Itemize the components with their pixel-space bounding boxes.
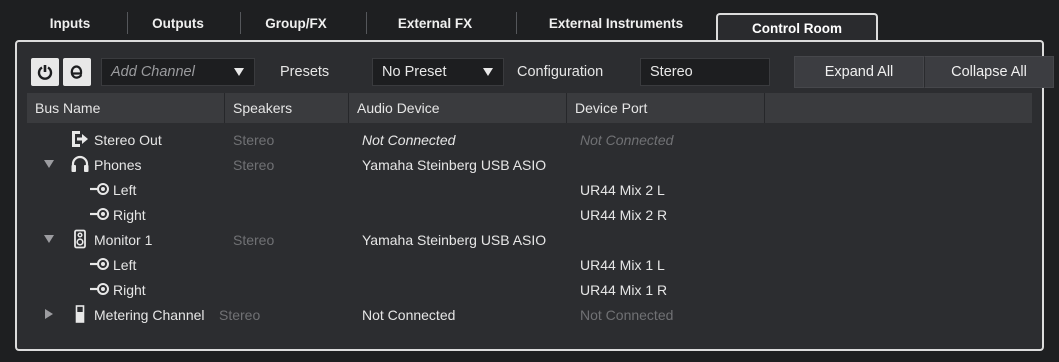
table-row[interactable]: Monitor 1 Stereo Yamaha Steinberg USB AS… (27, 227, 1032, 252)
tab-inputs[interactable]: Inputs (40, 10, 100, 36)
device-port-value: Not Connected (580, 306, 674, 323)
speakers-value: Stereo (233, 131, 275, 148)
expand-arrow-icon[interactable] (45, 309, 53, 319)
meter-icon (75, 305, 85, 323)
column-audio-device[interactable]: Audio Device (349, 93, 567, 123)
table-header: Bus Name Speakers Audio Device Device Po… (27, 93, 1032, 123)
device-port-value: Not Connected (580, 131, 674, 148)
audio-device-value: Yamaha Steinberg USB ASIO (362, 156, 547, 173)
presets-label: Presets (280, 64, 330, 80)
table-row[interactable]: Right UR44 Mix 1 R (27, 277, 1032, 302)
edit-button[interactable] (63, 58, 91, 86)
table-row[interactable]: Metering Channel Stereo Not Connected No… (27, 302, 1032, 327)
output-arrow-icon (72, 131, 88, 147)
column-empty (765, 93, 1032, 123)
device-port-value: UR44 Mix 1 L (580, 256, 665, 273)
port-connector-icon (90, 208, 109, 220)
speakers-value: Stereo (219, 306, 261, 323)
configuration-value: Stereo (650, 64, 693, 80)
tab-external-instruments[interactable]: External Instruments (530, 10, 702, 36)
bus-name: Phones (94, 156, 142, 173)
table-row[interactable]: Stereo Out Stereo Not Connected Not Conn… (27, 127, 1032, 152)
edit-e-icon (70, 65, 83, 79)
channel-name: Left (113, 181, 137, 198)
bus-name: Stereo Out (94, 131, 162, 148)
channel-name: Right (113, 206, 146, 223)
speaker-icon (74, 229, 86, 249)
table-row[interactable]: Left UR44 Mix 1 L (27, 252, 1032, 277)
tab-separator (240, 12, 241, 34)
expand-all-button[interactable]: Expand All (794, 56, 924, 88)
add-channel-dropdown[interactable]: Add Channel (101, 58, 255, 86)
device-port-value: UR44 Mix 2 R (580, 206, 668, 223)
channel-name: Right (113, 281, 146, 298)
add-channel-placeholder: Add Channel (111, 64, 195, 80)
tab-external-fx[interactable]: External FX (380, 10, 490, 36)
table-row[interactable]: Left UR44 Mix 2 L (27, 177, 1032, 202)
tab-control-room[interactable]: Control Room (716, 13, 878, 41)
chevron-down-icon (483, 68, 493, 76)
tab-group-fx[interactable]: Group/FX (256, 10, 336, 36)
headphones-icon (71, 155, 89, 172)
channel-name: Left (113, 256, 137, 273)
port-connector-icon (90, 258, 109, 270)
power-button[interactable] (31, 58, 59, 86)
configuration-field[interactable]: Stereo (640, 58, 770, 86)
tab-bar: Inputs Outputs Group/FX External FX Exte… (0, 0, 1059, 42)
column-device-port[interactable]: Device Port (567, 93, 765, 123)
audio-device-value: Not Connected (362, 131, 456, 148)
toolbar: Add Channel Presets No Preset Configurat… (17, 42, 1054, 92)
table-row[interactable]: Phones Stereo Yamaha Steinberg USB ASIO (27, 152, 1032, 177)
speakers-value: Stereo (233, 231, 275, 248)
tab-separator (127, 12, 128, 34)
collapse-all-button[interactable]: Collapse All (924, 56, 1054, 88)
audio-device-value: Not Connected (362, 306, 456, 323)
audio-device-value: Yamaha Steinberg USB ASIO (362, 231, 547, 248)
preset-value: No Preset (382, 64, 447, 80)
tab-separator (516, 12, 517, 34)
power-icon (37, 65, 53, 80)
column-speakers[interactable]: Speakers (225, 93, 349, 123)
control-room-panel: Add Channel Presets No Preset Configurat… (15, 40, 1054, 351)
device-port-value: UR44 Mix 2 L (580, 181, 665, 198)
preset-dropdown[interactable]: No Preset (372, 58, 504, 86)
speakers-value: Stereo (233, 156, 275, 173)
chevron-down-icon (234, 68, 244, 76)
port-connector-icon (90, 283, 109, 295)
collapse-arrow-icon[interactable] (44, 160, 54, 168)
table-row[interactable]: Right UR44 Mix 2 R (27, 202, 1032, 227)
column-bus-name[interactable]: Bus Name (27, 93, 225, 123)
tab-outputs[interactable]: Outputs (143, 10, 213, 36)
device-port-value: UR44 Mix 1 R (580, 281, 668, 298)
tab-separator (366, 12, 367, 34)
table-body: Stereo Out Stereo Not Connected Not Conn… (27, 127, 1032, 342)
port-connector-icon (90, 183, 109, 195)
bus-name: Monitor 1 (94, 231, 153, 248)
collapse-arrow-icon[interactable] (44, 235, 54, 243)
configuration-label: Configuration (517, 64, 604, 80)
bus-name: Metering Channel (94, 306, 205, 323)
